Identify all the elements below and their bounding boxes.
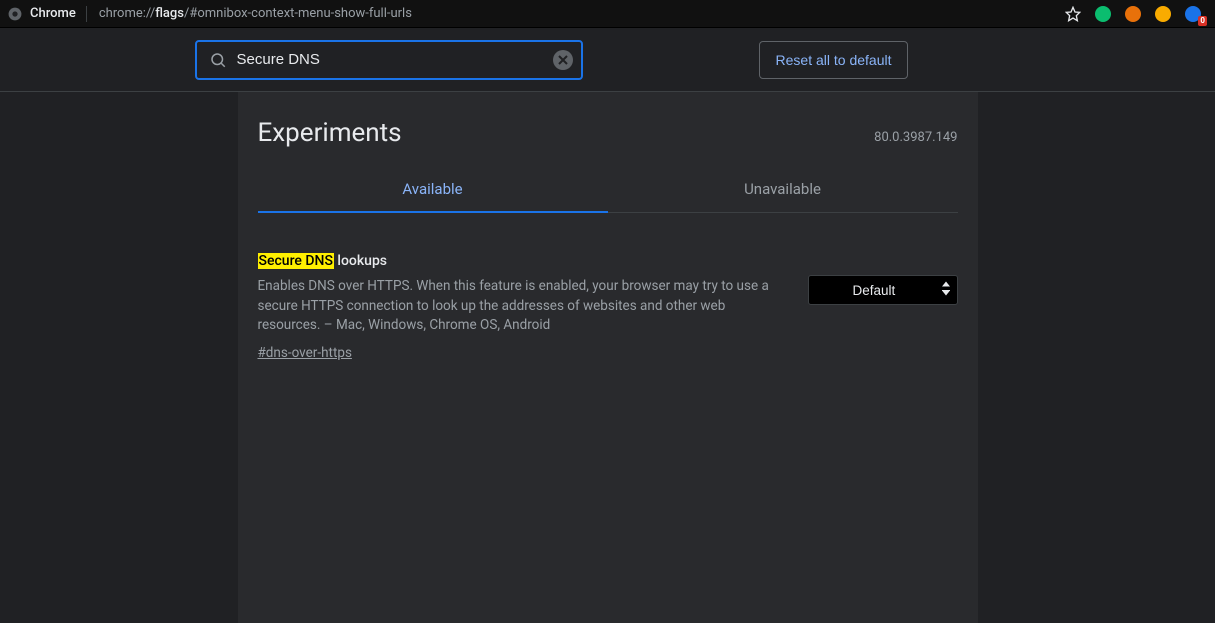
extension-icon-1[interactable] [1095, 6, 1111, 22]
browser-toolbar-icons: 0 [1065, 6, 1207, 22]
flag-hash-link[interactable]: #dns-over-https [258, 344, 352, 364]
extension-icon-4[interactable]: 0 [1185, 6, 1201, 22]
flag-title-rest: lookups [334, 253, 387, 269]
separator [86, 6, 87, 22]
tab-unavailable[interactable]: Unavailable [608, 168, 958, 212]
flag-title: Secure DNS lookups [258, 251, 788, 271]
flag-description: Enables DNS over HTTPS. When this featur… [258, 277, 788, 336]
search-icon [209, 51, 227, 69]
flags-toolbar: Reset all to default [0, 28, 1215, 92]
search-box[interactable] [195, 40, 583, 80]
reset-all-button[interactable]: Reset all to default [759, 41, 909, 79]
flag-text-block: Secure DNS lookups Enables DNS over HTTP… [258, 251, 788, 364]
title-row: Experiments 80.0.3987.149 [258, 112, 958, 168]
tab-available[interactable]: Available [258, 168, 608, 212]
extension-icon-2[interactable] [1125, 6, 1141, 22]
tabs: Available Unavailable [258, 168, 958, 213]
chrome-logo-icon [8, 7, 22, 21]
browser-name: Chrome [30, 6, 76, 21]
bookmark-star-icon[interactable] [1065, 6, 1081, 22]
search-input[interactable] [237, 51, 553, 68]
url-suffix: /#omnibox-context-menu-show-full-urls [184, 6, 412, 21]
flag-select-wrap: Default [808, 275, 958, 305]
omnibox-url[interactable]: chrome://flags/#omnibox-context-menu-sho… [99, 6, 412, 21]
flag-title-highlight: Secure DNS [258, 253, 334, 269]
url-bold-segment: flags [155, 6, 184, 21]
url-prefix: chrome:// [99, 6, 155, 21]
main-panel: Experiments 80.0.3987.149 Available Unav… [238, 92, 978, 623]
page-title: Experiments [258, 118, 402, 148]
version-label: 80.0.3987.149 [874, 130, 957, 145]
flag-item: Secure DNS lookups Enables DNS over HTTP… [258, 213, 958, 364]
extension-badge: 0 [1198, 16, 1207, 26]
extension-icon-3[interactable] [1155, 6, 1171, 22]
browser-top-bar: Chrome chrome://flags/#omnibox-context-m… [0, 0, 1215, 28]
clear-search-icon[interactable] [553, 50, 573, 70]
flag-select[interactable]: Default [808, 275, 958, 305]
